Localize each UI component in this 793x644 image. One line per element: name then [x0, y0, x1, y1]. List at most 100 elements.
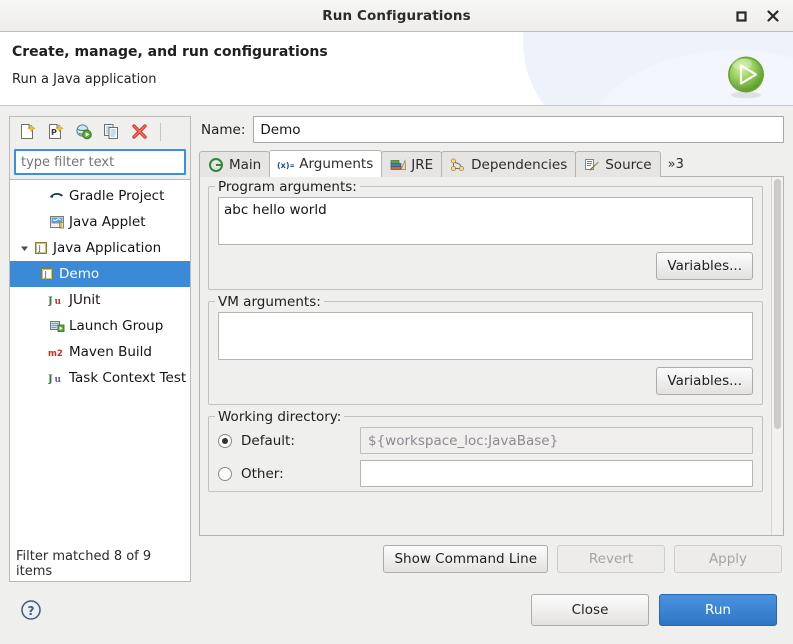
- tab-label: Source: [605, 156, 652, 173]
- tab-label: Dependencies: [471, 156, 568, 173]
- delete-red-x-icon[interactable]: [128, 121, 150, 143]
- working-directory-default-input: ${workspace_loc:JavaBase}: [360, 427, 753, 454]
- task-context-test-icon: J u: [48, 370, 66, 386]
- working-directory-other-radio[interactable]: [218, 466, 232, 481]
- tree-item-java-applet[interactable]: J Java Applet: [10, 209, 190, 235]
- svg-text:J: J: [48, 296, 53, 307]
- duplicate-icon[interactable]: [100, 121, 122, 143]
- new-launch-config-icon[interactable]: [16, 121, 38, 143]
- tree-item-junit[interactable]: J u JUnit: [10, 287, 190, 313]
- tab-arguments[interactable]: (x)= Arguments: [269, 150, 383, 177]
- dependencies-icon: [449, 157, 466, 173]
- svg-text:J: J: [38, 244, 41, 253]
- tree-item-maven-build[interactable]: m2 Maven Build: [10, 339, 190, 365]
- dialog-body: P type filter text Gradle Project J Java…: [0, 106, 793, 582]
- vm-arguments-group: VM arguments: Variables...: [208, 294, 763, 405]
- gradle-icon: [48, 188, 66, 204]
- svg-text:u: u: [55, 297, 62, 307]
- working-directory-label: Working directory:: [215, 409, 345, 425]
- dialog-header: Create, manage, and run configurations R…: [0, 32, 793, 106]
- svg-text:P: P: [51, 128, 57, 137]
- tree-item-demo[interactable]: J Demo: [10, 261, 190, 287]
- name-row: Name:: [199, 116, 784, 143]
- configuration-action-row: Show Command Line Revert Apply: [199, 536, 784, 582]
- svg-text:?: ?: [28, 604, 35, 618]
- export-icon[interactable]: [72, 121, 94, 143]
- tab-main[interactable]: Main: [199, 151, 271, 177]
- arguments-vertical-scrollbar[interactable]: [771, 177, 783, 535]
- svg-text:m2: m2: [48, 349, 63, 359]
- program-arguments-button-row: Variables...: [218, 252, 753, 280]
- main-green-circle-icon: [207, 157, 224, 173]
- tree-item-label: Gradle Project: [69, 188, 165, 204]
- working-directory-other-label: Other:: [241, 465, 284, 482]
- run-button[interactable]: Run: [659, 594, 777, 626]
- chevron-down-icon[interactable]: [16, 244, 32, 253]
- working-directory-default-row: Default: ${workspace_loc:JavaBase}: [218, 427, 753, 454]
- working-directory-other-row: Other:: [218, 460, 753, 487]
- tree-item-java-application[interactable]: J Java Application: [10, 235, 190, 261]
- new-prototype-icon[interactable]: P: [44, 121, 66, 143]
- tab-label: Main: [229, 156, 262, 173]
- svg-text:J: J: [44, 270, 47, 279]
- jre-books-icon: [389, 157, 406, 173]
- vm-arguments-input[interactable]: [218, 312, 753, 360]
- tab-jre[interactable]: JRE: [381, 151, 443, 177]
- arguments-xeq-icon: (x)=: [277, 156, 294, 172]
- toolbar-separator: [160, 122, 161, 141]
- configurations-tree[interactable]: Gradle Project J Java Applet J Java Appl…: [9, 179, 191, 582]
- overflow-chevron-icon: »3: [667, 156, 684, 172]
- revert-button: Revert: [557, 545, 665, 573]
- program-arguments-variables-button[interactable]: Variables...: [656, 252, 753, 280]
- configurations-panel: P type filter text Gradle Project J Java…: [9, 116, 191, 582]
- working-directory-group: Working directory: Default: ${workspace_…: [208, 409, 763, 492]
- name-label: Name:: [201, 121, 246, 138]
- java-applet-icon: J: [48, 214, 66, 230]
- footer-buttons: Close Run: [531, 594, 777, 626]
- dialog-footer: ? Close Run: [0, 582, 793, 644]
- tab-folder: Main (x)= Arguments JRE Dependencies Sou…: [199, 150, 784, 536]
- tree-item-label: Maven Build: [69, 344, 152, 360]
- program-arguments-input[interactable]: [218, 197, 753, 245]
- tree-item-label: Launch Group: [69, 318, 164, 334]
- working-directory-other-input[interactable]: [360, 460, 753, 487]
- tree-item-label: Java Application: [53, 240, 162, 256]
- vm-arguments-button-row: Variables...: [218, 367, 753, 395]
- java-application-icon: J: [38, 266, 56, 282]
- run-configurations-dialog: Run Configurations Create, manage, and r…: [0, 0, 793, 644]
- close-button[interactable]: Close: [531, 594, 649, 626]
- tab-dependencies[interactable]: Dependencies: [441, 151, 577, 177]
- tree-item-label: Demo: [59, 266, 100, 282]
- configurations-toolbar: P: [9, 116, 191, 146]
- working-directory-default-radio[interactable]: [218, 433, 232, 448]
- arguments-tab-panel: Program arguments: Variables... VM argum…: [199, 176, 784, 536]
- apply-button: Apply: [674, 545, 782, 573]
- tree-item-task-context-test[interactable]: J u Task Context Test: [10, 365, 190, 391]
- launch-group-icon: [48, 318, 66, 334]
- window-titlebar: Run Configurations: [0, 0, 793, 32]
- svg-text:J: J: [59, 223, 61, 229]
- close-button[interactable]: [759, 2, 787, 30]
- maximize-button[interactable]: [727, 2, 755, 30]
- tab-overflow[interactable]: »3: [660, 151, 692, 177]
- scrollbar-thumb[interactable]: [774, 179, 781, 429]
- window-buttons: [727, 0, 787, 32]
- help-question-icon[interactable]: ?: [20, 599, 42, 621]
- tree-item-launch-group[interactable]: Launch Group: [10, 313, 190, 339]
- tree-item-gradle-project[interactable]: Gradle Project: [10, 183, 190, 209]
- tab-label: JRE: [411, 156, 434, 173]
- vm-arguments-variables-button[interactable]: Variables...: [656, 367, 753, 395]
- header-title: Create, manage, and run configurations: [12, 44, 328, 60]
- name-input[interactable]: [253, 116, 784, 143]
- program-arguments-label: Program arguments:: [215, 179, 360, 195]
- run-green-play-icon: [722, 52, 770, 100]
- working-directory-default-label: Default:: [241, 432, 295, 449]
- filter-status-text: Filter matched 8 of 9 items: [10, 547, 190, 581]
- show-command-line-button[interactable]: Show Command Line: [383, 545, 548, 573]
- svg-text:J: J: [48, 374, 53, 385]
- filter-container: [9, 146, 191, 179]
- program-arguments-group: Program arguments: Variables...: [208, 179, 763, 290]
- tab-source[interactable]: Source: [575, 151, 661, 177]
- filter-input[interactable]: [14, 149, 186, 175]
- configuration-editor: Name: Main: [199, 116, 784, 582]
